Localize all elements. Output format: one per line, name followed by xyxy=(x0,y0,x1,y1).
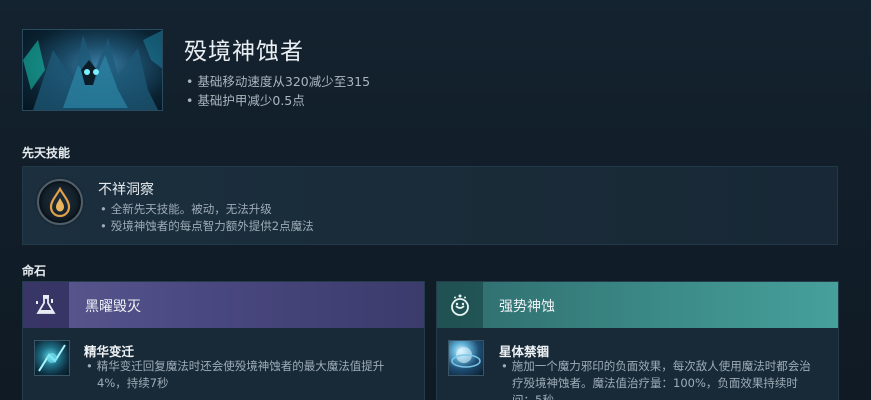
innate-drop-icon xyxy=(37,179,83,225)
innate-desc-line: 全新先天技能。被动，无法升级 xyxy=(100,201,314,218)
mana-orb-face-icon xyxy=(437,282,483,328)
hero-stat-line: 基础护甲减少0.5点 xyxy=(186,91,370,110)
facet-header: 强势神蚀 xyxy=(437,282,838,328)
innate-section-title: 先天技能 xyxy=(22,146,71,160)
facet-description: 精华变迁回复魔法时还会使殁境神蚀者的最大魔法值提升4%，持续7秒 xyxy=(86,358,401,392)
facet-title: 黑曜毁灭 xyxy=(85,299,141,315)
innate-ability-description: 全新先天技能。被动，无法升级 殁境神蚀者的每点智力额外提供2点魔法 xyxy=(100,201,314,235)
innate-ability-panel[interactable]: 不祥洞察 全新先天技能。被动，无法升级 殁境神蚀者的每点智力额外提供2点魔法 xyxy=(22,166,838,245)
hero-portrait xyxy=(22,29,163,111)
facet-card-overwhelming-devour[interactable]: 强势神蚀 星体禁锢 施加一个魔力邪印的负面效果，每次敌人使用魔法时都会治疗殁境神… xyxy=(436,281,839,400)
innate-ability-name: 不祥洞察 xyxy=(98,182,154,198)
hero-name: 殁境神蚀者 xyxy=(184,39,304,65)
facet-header: 黑曜毁灭 xyxy=(23,282,424,328)
facets-section-title: 命石 xyxy=(22,264,47,278)
astral-imprisonment-icon xyxy=(448,340,484,376)
essence-flux-icon xyxy=(34,340,70,376)
facet-desc-line: 精华变迁回复魔法时还会使殁境神蚀者的最大魔法值提升4%，持续7秒 xyxy=(86,358,401,392)
hero-stat-line: 基础移动速度从320减少至315 xyxy=(186,72,370,91)
facet-card-obsidian-decimation[interactable]: 黑曜毁灭 精华变迁 精华变迁回复魔法时还会使殁境神蚀者的最大魔法值提升4%，持续… xyxy=(22,281,425,400)
facet-title: 强势神蚀 xyxy=(499,299,555,315)
facet-description: 施加一个魔力邪印的负面效果，每次敌人使用魔法时都会治疗殁境神蚀者。魔法值治疗量：… xyxy=(501,358,819,400)
innate-desc-line: 殁境神蚀者的每点智力额外提供2点魔法 xyxy=(100,218,314,235)
facet-desc-line: 施加一个魔力邪印的负面效果，每次敌人使用魔法时都会治疗殁境神蚀者。魔法值治疗量：… xyxy=(501,358,819,400)
hero-stat-changes: 基础移动速度从320减少至315 基础护甲减少0.5点 xyxy=(186,72,370,110)
alchemy-flask-icon xyxy=(23,282,69,328)
outworld-destroyer-portrait-icon xyxy=(23,30,162,110)
